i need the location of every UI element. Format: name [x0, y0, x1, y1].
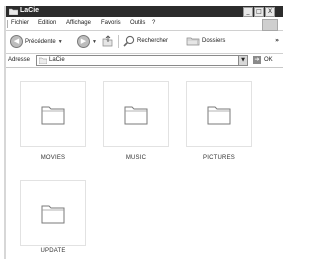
folder-icon [41, 205, 65, 224]
folder-label-pictures[interactable]: PICTURES [186, 155, 252, 161]
menu-edition[interactable]: Edition [38, 20, 56, 26]
search-icon [123, 35, 135, 47]
toolbar: ◀ Précédente ▼ ▶ ▼ Rechercher Dossiers » [6, 31, 283, 54]
folder-label-music[interactable]: MUSIC [103, 155, 169, 161]
search-button[interactable]: Rechercher [123, 35, 168, 47]
address-value: LaCie [49, 57, 65, 63]
menu-affichage[interactable]: Affichage [66, 20, 91, 26]
address-bar: Adresse LaCie ▼ ➔ OK [6, 54, 283, 68]
folders-button[interactable]: Dossiers [186, 35, 225, 46]
folder-tile-movies[interactable] [20, 81, 86, 147]
maximize-button[interactable]: □ [254, 7, 264, 17]
chevron-down-icon: ▼ [92, 38, 97, 45]
menu-bar: Fichier Edition Affichage Favoris Outils… [6, 18, 283, 31]
up-folder-icon [102, 35, 113, 47]
forward-button[interactable]: ▶ ▼ [77, 35, 97, 48]
folders-icon [186, 37, 200, 46]
search-label: Rechercher [137, 38, 169, 44]
folder-tile-update[interactable] [20, 180, 86, 246]
toolbar-separator [118, 35, 119, 48]
address-field[interactable]: LaCie ▼ [36, 55, 248, 66]
folder-view: MOVIES MUSIC PICTURES UPDATE [6, 68, 283, 259]
address-label: Adresse [8, 57, 31, 63]
menu-help[interactable]: ? [152, 20, 155, 26]
menu-grip [7, 20, 8, 28]
address-dropdown-button[interactable]: ▼ [238, 56, 247, 65]
back-arrow-icon: ◀ [10, 35, 23, 48]
folder-icon [207, 106, 231, 125]
menu-favoris[interactable]: Favoris [101, 20, 121, 26]
back-label: Précédente [25, 38, 56, 45]
up-folder-button[interactable] [102, 35, 113, 47]
forward-arrow-icon: ▶ [77, 35, 90, 48]
folders-label: Dossiers [202, 37, 226, 44]
folder-label-update[interactable]: UPDATE [20, 248, 86, 254]
close-button[interactable]: X [265, 7, 275, 17]
folder-icon [124, 106, 148, 125]
folder-label-movies[interactable]: MOVIES [20, 155, 86, 161]
explorer-window: LaCie _ □ X Fichier Edition Affichage Fa… [4, 6, 283, 259]
back-button[interactable]: ◀ Précédente ▼ [10, 35, 63, 48]
folder-icon [9, 8, 18, 15]
window-title: LaCie [20, 7, 40, 14]
minimize-button[interactable]: _ [243, 7, 253, 17]
folder-tile-pictures[interactable] [186, 81, 252, 147]
menu-outils[interactable]: Outils [130, 20, 145, 26]
go-arrow-icon[interactable]: ➔ [253, 56, 261, 64]
menu-fichier[interactable]: Fichier [11, 20, 29, 26]
go-button[interactable]: OK [264, 57, 273, 63]
folder-icon [41, 106, 65, 125]
chevron-down-icon: ▼ [57, 38, 63, 45]
windows-logo-icon [262, 19, 278, 31]
toolbar-overflow-button[interactable]: » [275, 37, 279, 44]
title-bar[interactable]: LaCie _ □ X [6, 6, 283, 17]
folder-tile-music[interactable] [103, 81, 169, 147]
folder-icon [39, 57, 47, 64]
